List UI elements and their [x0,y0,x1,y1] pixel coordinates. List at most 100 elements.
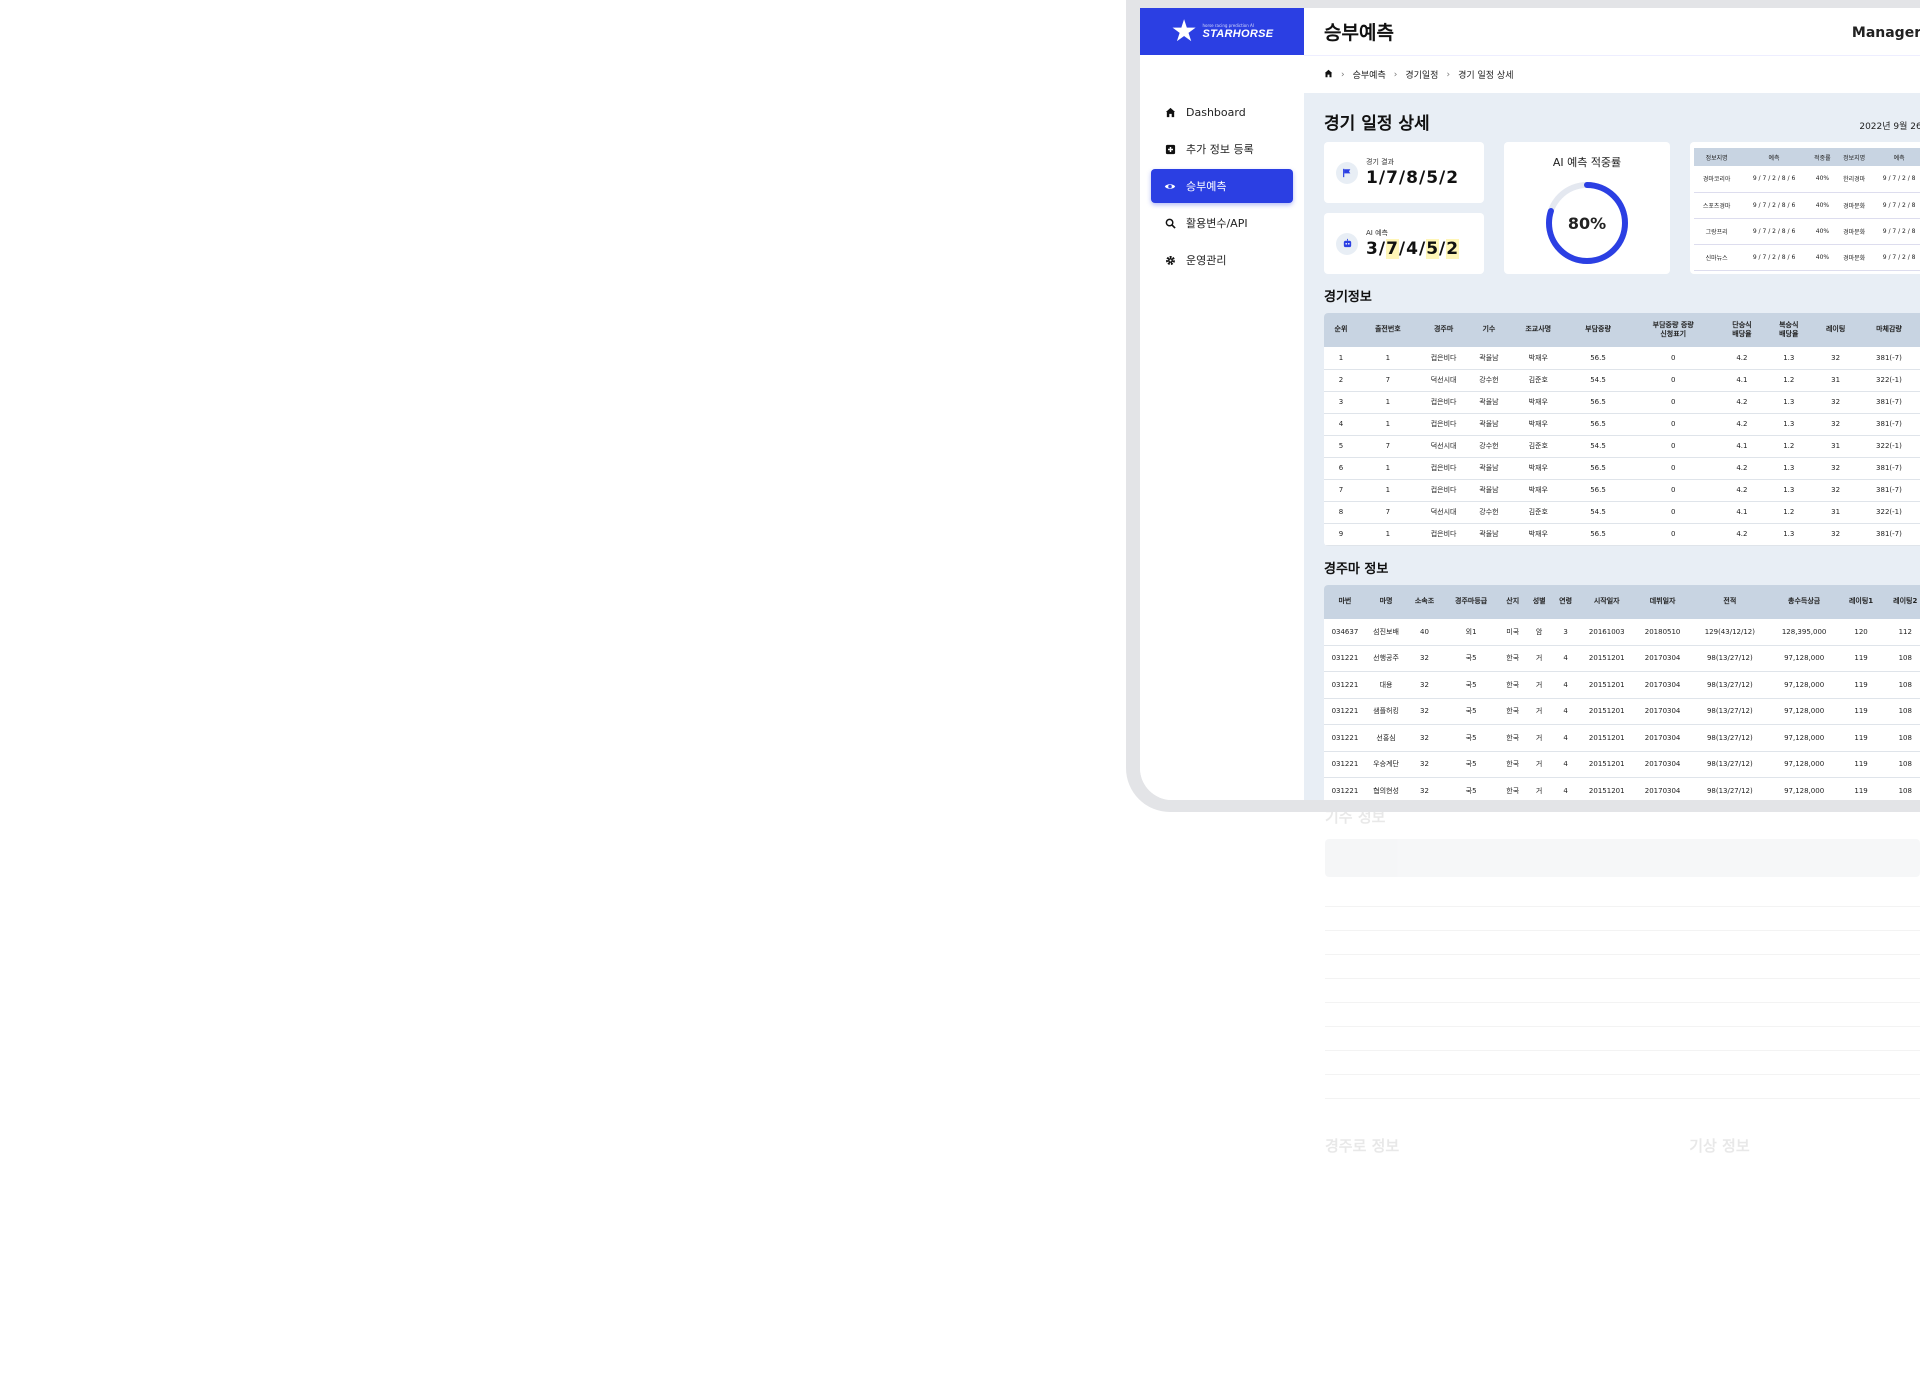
race-info-title: 경기정보 [1324,290,1372,305]
table-row[interactable]: 031221 샘플허킹 32 국5 한국 거 4 20151201 20170304 98(13/… [1324,698,1920,725]
table-row[interactable]: 87덕선시대강수헌김준호54.504.11.231322(-1)1:24.2 [1324,501,1920,524]
table-row[interactable]: 034637 섬진보배 40 외1 미국 암 3 20161003 20180510 129(43… [1324,618,1920,646]
horse-cell: 98(13/27/12) [1690,724,1770,752]
horse-cell: 119 [1839,777,1884,800]
race-cell: 0 [1627,413,1719,436]
horse-cell: 20180510 [1634,618,1691,646]
horse-cell: 128,395,000 [1769,618,1839,646]
sidebar-item-dashboard[interactable]: Dashboard [1151,95,1293,129]
table-row[interactable]: 31컵은비다곽율남박재우56.504.21.332381(-7)1:24.1 [1324,391,1920,414]
horse-header-cell: 레이팅1 [1839,584,1884,619]
table-row[interactable]: 경마코리아 9 / 7 / 2 / 8 / 6 40% 한리경마 9 / 7 / 2 /… [1694,166,1920,193]
summary-cards: 경기 결과 1/7/8/5/2 AI 예측 3/7/4/5/2 AI 예측 적중… [1324,142,1920,274]
table-row[interactable]: 031221 선홍심 32 국5 한국 거 4 20151201 20170304 98(13/2… [1324,724,1920,752]
race-cell: 381(-7) [1859,479,1919,502]
race-cell: 0 [1627,369,1719,392]
horse-cell: 119 [1839,645,1884,672]
table-row[interactable]: 신마뉴스 9 / 7 / 2 / 8 / 6 40% 경마문화 9 / 7 / 2 / … [1694,244,1920,271]
sidebar-item-variables-api[interactable]: 활용변수/API [1151,206,1293,240]
horse-cell: 한국 [1499,751,1526,778]
race-cell: 32 [1812,479,1860,502]
tipster-header-cell: 예측 [1739,148,1809,166]
horse-cell: 97,128,000 [1769,777,1839,800]
race-cell: 322(-1) [1859,501,1919,524]
home-icon[interactable] [1324,69,1333,81]
horse-cell: 031221 [1324,698,1366,725]
race-cell: 곽율남 [1469,413,1509,436]
accuracy-ring: 80% [1544,180,1630,266]
race-cell: 56.5 [1568,523,1628,546]
breadcrumb-item[interactable]: 경기일정 [1405,68,1438,81]
horse-cell: 97,128,000 [1769,698,1839,725]
horse-cell: 대용 [1365,671,1407,699]
horse-cell: 20170304 [1634,645,1691,672]
logo[interactable]: ★ horse racing prediction AI STARHORSE [1140,8,1304,55]
race-cell: 31 [1812,369,1860,392]
race-cell: 4.1 [1718,435,1766,458]
table-row[interactable]: 71컵은비다곽율남박재우56.504.21.332381(-7)1:24.1 [1324,479,1920,502]
horse-cell: 98(13/27/12) [1690,777,1770,800]
tipster-cell: 신마뉴스 [1694,244,1740,271]
table-row[interactable]: 11컵은비다곽율남박재우56.504.21.332381(-7)1:24.1 [1324,347,1920,370]
sidebar-item-add-info[interactable]: 추가 정보 등록 [1151,132,1293,166]
horse-cell: 거 [1525,777,1553,800]
eye-icon [1164,180,1176,192]
table-row[interactable]: 031221 선행공주 32 국5 한국 거 4 20151201 20170304 98(13/… [1324,645,1920,672]
race-cell: 31 [1812,501,1860,524]
horse-cell: 거 [1525,671,1553,699]
horse-cell: 국5 [1442,724,1500,752]
sidebar-item-operations[interactable]: 운영관리 [1151,243,1293,277]
horse-cell: 112 [1883,618,1920,646]
horse-cell: 거 [1525,698,1553,725]
user-menu[interactable]: Manager님 [1852,22,1920,42]
tipster-cell: 40% [1808,166,1836,193]
horse-cell: 거 [1525,645,1553,672]
table-row[interactable]: 57덕선시대강수헌김준호54.504.11.231322(-1)1:24.2 [1324,435,1920,458]
race-cell: 32 [1812,457,1860,480]
horse-cell: 20151201 [1578,724,1635,752]
tipster-cell: 그랑프리 [1694,218,1740,245]
race-cell: 1 [1357,413,1418,436]
race-cell: 박재우 [1508,523,1569,546]
brand-name: STARHORSE [1202,28,1274,40]
content: 경기 일정 상세 2022년 9월 26일 경기 결과 1/7/8/5/2 [1304,93,1920,800]
ai-prediction-label: AI 예측 [1366,229,1388,237]
race-cell: 1 [1357,347,1418,370]
race-cell: 0 [1627,457,1719,480]
horse-cell: 한국 [1499,645,1526,672]
breadcrumb-item[interactable]: 승부예측 [1353,68,1386,81]
race-cell: 박재우 [1508,457,1569,480]
table-row[interactable]: 031221 우승계단 32 국5 한국 거 4 20151201 20170304 98(13/… [1324,751,1920,778]
table-row[interactable]: 27덕선시대강수헌김준호54.504.11.231322(-1)1:24.2 [1324,369,1920,392]
table-row [1325,1051,1920,1075]
race-cell: 박재우 [1508,479,1569,502]
horse-cell: 20161003 [1578,618,1635,646]
race-cell: 322(-1) [1859,435,1919,458]
table-row[interactable]: 스포츠경마 9 / 7 / 2 / 8 / 6 40% 경마문화 9 / 7 / 2 /… [1694,192,1920,219]
horse-cell: 97,128,000 [1769,751,1839,778]
sidebar-item-label: 활용변수/API [1186,217,1248,230]
sidebar-item-prediction[interactable]: 승부예측 [1151,169,1293,203]
table-row[interactable]: 031221 협의현성 32 국5 한국 거 4 20151201 20170304 98(13/… [1324,777,1920,800]
horse-cell: 외1 [1442,618,1500,646]
horse-cell: 4 [1552,751,1579,778]
horse-header-cell: 경주마등급 [1442,584,1500,619]
sidebar-item-label: 승부예측 [1186,180,1227,193]
table-row[interactable]: 91컵은비다곽율남박재우56.504.21.332381(-7)1:24.1 [1324,523,1920,546]
horse-cell: 031221 [1324,777,1366,800]
race-cell: 322(-1) [1859,369,1919,392]
horse-cell: 한국 [1499,671,1526,699]
horse-cell: 20170304 [1634,751,1691,778]
horse-header-cell: 연령 [1552,584,1579,619]
table-row[interactable]: 61컵은비다곽율남박재우56.504.21.332381(-7)1:24.1 [1324,457,1920,480]
horse-cell: 108 [1883,645,1920,672]
horse-cell: 120 [1839,618,1884,646]
horse-cell: 32 [1406,724,1443,752]
table-row[interactable]: 41컵은비다곽율남박재우56.504.21.332381(-7)1:24.1 [1324,413,1920,436]
race-header-cell: 기수 [1469,313,1509,347]
race-cell: 4 [1324,413,1358,436]
table-row[interactable]: 031221 대용 32 국5 한국 거 4 20151201 20170304 98(13/27… [1324,671,1920,699]
race-cell: 4.2 [1718,479,1766,502]
table-row[interactable]: 그랑프리 9 / 7 / 2 / 8 / 6 40% 경마문화 9 / 7 / 2 / … [1694,218,1920,245]
horse-header-cell: 산지 [1499,584,1526,619]
